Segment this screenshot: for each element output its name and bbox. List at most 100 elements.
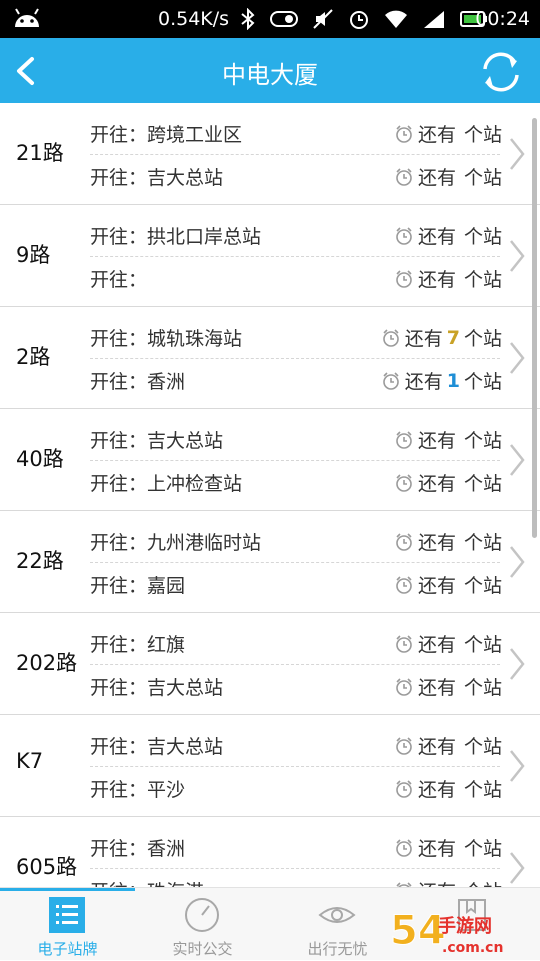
- destination-text: 开往：吉大总站: [90, 677, 224, 699]
- stops-remaining: 还有个站: [394, 426, 502, 453]
- chevron-right-icon: [510, 342, 525, 374]
- destination-text: 开往：上冲检查站: [90, 473, 243, 495]
- tab-realtime-bus[interactable]: 实时公交: [135, 888, 270, 961]
- chevron-right-icon: [510, 138, 525, 170]
- stops-remaining: 还有个站: [394, 163, 502, 190]
- route-name: 9路: [16, 243, 51, 267]
- tab-label: 实时公交: [172, 940, 233, 958]
- destination-text: 开往：香洲: [90, 838, 186, 860]
- chevron-right-icon: [510, 444, 525, 476]
- chevron-right-icon: [510, 852, 525, 884]
- route-name: 202路: [16, 651, 78, 675]
- destination-text: 开往：吉大总站: [90, 167, 224, 189]
- stops-count: 1: [446, 369, 460, 392]
- stops-remaining: 还有 7 个站: [381, 324, 502, 351]
- route-row[interactable]: K7 开往：吉大总站 开往：平沙 还有 个站 还有 个站: [0, 715, 540, 817]
- alarm-clock-icon: [396, 677, 412, 696]
- destination-text: 开往：拱北口岸总站: [90, 226, 262, 248]
- destination-text: 开往：城轨珠海站: [90, 328, 243, 350]
- gauge-icon: [185, 898, 219, 932]
- alarm-clock-icon: [382, 328, 399, 347]
- alarm-icon: [350, 11, 368, 29]
- tab-bus-board[interactable]: 电子站牌: [0, 888, 135, 961]
- stops-remaining: 还有个站: [394, 120, 502, 147]
- alarm-clock-icon: [396, 226, 412, 245]
- signal-icon: [424, 11, 444, 28]
- destination-text: 开往：跨境工业区: [90, 124, 243, 146]
- stops-remaining: 还有个站: [394, 571, 502, 598]
- stops-remaining: 还有个站: [394, 775, 502, 802]
- stops-remaining: 还有个站: [394, 834, 502, 861]
- status-bar: 0.54K/s 00:24: [0, 0, 540, 38]
- list-icon: [49, 897, 85, 933]
- eye-icon: [318, 907, 356, 923]
- destination-text: 开往：平沙: [90, 779, 186, 801]
- stops-remaining: 还有个站: [394, 222, 502, 249]
- route-name: K7: [16, 749, 44, 773]
- chevron-right-icon: [510, 546, 525, 578]
- alarm-clock-icon: [396, 532, 412, 551]
- route-row[interactable]: 40路 开往：吉大总站 开往：上冲检查站 还有 个站 还有 个站: [0, 409, 540, 511]
- stops-remaining: 还有 1 个站: [381, 367, 502, 394]
- destination-text: 开往：: [90, 269, 148, 291]
- destination-text: 开往：吉大总站: [90, 430, 224, 452]
- destination-text: 开往：珠海港: [90, 877, 204, 887]
- alarm-clock-icon: [396, 838, 412, 857]
- svg-text:手游网: 手游网: [438, 915, 492, 937]
- stops-remaining: 还有个站: [394, 528, 502, 555]
- route-name: 2路: [16, 345, 51, 369]
- chevron-right-icon: [510, 240, 525, 272]
- scrollbar[interactable]: [532, 118, 537, 538]
- alarm-clock-icon: [396, 430, 412, 449]
- row-divider: [90, 154, 500, 155]
- route-name: 605路: [16, 855, 78, 879]
- route-name: 22路: [16, 549, 64, 573]
- header-bar: 中电大厦: [0, 38, 540, 103]
- alarm-clock-icon: [396, 575, 412, 594]
- toggle-icon: [270, 11, 298, 27]
- wifi-icon: [385, 10, 407, 28]
- tab-label: 出行无忧: [307, 940, 368, 958]
- route-row[interactable]: 9路 开往：拱北口岸总站 开往： 还有 个站 还有 个站: [0, 205, 540, 307]
- tab-travel[interactable]: 出行无忧: [270, 888, 405, 961]
- stops-remaining: 还有个站: [394, 469, 502, 496]
- refresh-icon[interactable]: [476, 47, 526, 97]
- row-divider: [90, 256, 500, 257]
- alarm-clock-icon: [382, 371, 399, 390]
- bluetooth-icon: [241, 8, 255, 30]
- chevron-right-icon: [510, 648, 525, 680]
- clock: 00:24: [475, 8, 530, 30]
- route-row[interactable]: 605路开往：香洲开往：珠海港还有个站还有个站: [0, 817, 540, 887]
- destination-text: 开往：吉大总站: [90, 736, 224, 758]
- destination-text: 开往：嘉园: [90, 575, 186, 597]
- stops-remaining: 还有个站: [394, 265, 502, 292]
- android-icon: [15, 8, 39, 27]
- alarm-clock-icon: [396, 473, 412, 492]
- route-row[interactable]: 202路 开往：红旗 开往：吉大总站 还有 个站 还有 个站: [0, 613, 540, 715]
- alarm-clock-icon: [396, 167, 412, 186]
- stops-remaining: 还有个站: [394, 673, 502, 700]
- row-divider: [90, 562, 500, 563]
- route-list: 21路 开往：跨境工业区 开往：吉大总站 还有 个站 还有 个站 9路 开往：拱北口岸总站 开往：…: [0, 103, 540, 887]
- stops-count: 7: [446, 326, 460, 349]
- mute-icon: [313, 9, 333, 29]
- stops-remaining: 还有个站: [394, 732, 502, 759]
- page-title: 中电大厦: [222, 61, 318, 89]
- route-row[interactable]: 21路 开往：跨境工业区 开往：吉大总站 还有 个站 还有 个站: [0, 103, 540, 205]
- net-speed: 0.54K/s: [158, 8, 230, 30]
- destination-text: 开往：香洲: [90, 371, 186, 393]
- alarm-clock-icon: [396, 269, 412, 288]
- alarm-clock-icon: [396, 634, 412, 653]
- stops-remaining: 还有个站: [394, 877, 502, 887]
- route-name: 40路: [16, 447, 64, 471]
- route-row[interactable]: 22路 开往：九州港临时站 开往：嘉园 还有 个站 还有 个站: [0, 511, 540, 613]
- route-name: 21路: [16, 141, 64, 165]
- row-divider: [90, 358, 500, 359]
- alarm-clock-icon: [396, 779, 412, 798]
- svg-text:.com.cn: .com.cn: [442, 940, 503, 956]
- route-row[interactable]: 2路 开往：城轨珠海站 开往：香洲 还有 7 个站还有 1 个站: [0, 307, 540, 409]
- tab-label: 电子站牌: [37, 940, 98, 958]
- alarm-clock-icon: [396, 124, 412, 143]
- destination-text: 开往：红旗: [90, 634, 186, 656]
- chevron-right-icon: [510, 750, 525, 782]
